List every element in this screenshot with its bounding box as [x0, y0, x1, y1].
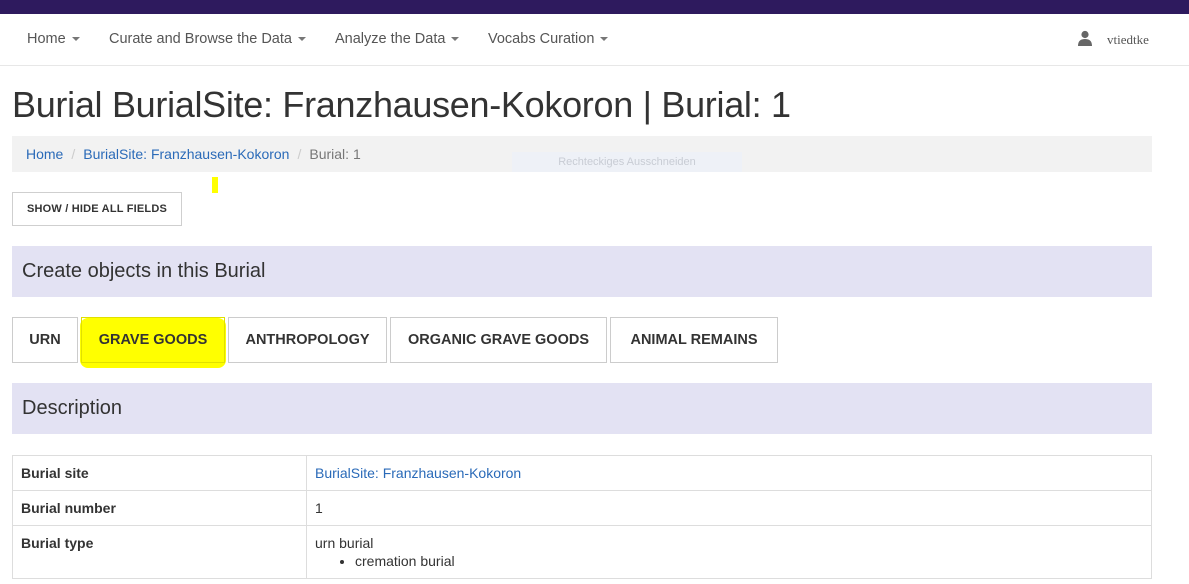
- nav-vocabs-curation[interactable]: Vocabs Curation: [488, 14, 609, 65]
- breadcrumb-burialsite[interactable]: BurialSite: Franzhausen-Kokoron: [83, 146, 289, 162]
- anthropology-button[interactable]: ANTHROPOLOGY: [228, 317, 387, 363]
- show-hide-all-fields-button[interactable]: SHOW / HIDE ALL FIELDS: [12, 192, 182, 226]
- nav-analyze-label: Analyze the Data: [335, 31, 446, 47]
- create-objects-heading: Create objects in this Burial: [12, 246, 1152, 297]
- field-value-burial-site: BurialSite: Franzhausen-Kokoron: [306, 455, 1152, 491]
- burial-site-link[interactable]: BurialSite: Franzhausen-Kokoron: [315, 465, 521, 481]
- organic-grave-goods-button[interactable]: ORGANIC GRAVE GOODS: [390, 317, 607, 363]
- field-value-burial-type: urn burial cremation burial: [306, 525, 1152, 579]
- burial-type-list: cremation burial: [315, 553, 1143, 569]
- burial-type-value: urn burial: [315, 535, 374, 551]
- list-item: cremation burial: [355, 553, 1143, 569]
- description-table: Burial site BurialSite: Franzhausen-Koko…: [12, 455, 1152, 579]
- user-menu[interactable]: vtiedtke: [1077, 14, 1149, 65]
- field-label-burial-type: Burial type: [12, 525, 307, 579]
- user-icon: [1078, 30, 1092, 46]
- table-row: Burial type urn burial cremation burial: [12, 525, 1152, 579]
- caret-down-icon: [600, 37, 609, 42]
- field-value-burial-number: 1: [306, 490, 1152, 526]
- nav-home-label: Home: [27, 31, 66, 47]
- caret-down-icon: [297, 37, 306, 42]
- breadcrumb-separator: /: [297, 146, 302, 162]
- caret-down-icon: [451, 37, 460, 42]
- animal-remains-button[interactable]: ANIMAL REMAINS: [610, 317, 778, 363]
- breadcrumb-home[interactable]: Home: [26, 146, 63, 162]
- caret-down-icon: [71, 37, 80, 42]
- ghost-tooltip: Rechteckiges Ausschneiden: [512, 152, 742, 172]
- field-label-burial-site: Burial site: [12, 455, 307, 491]
- grave-goods-button[interactable]: GRAVE GOODS: [81, 317, 225, 363]
- table-row: Burial site BurialSite: Franzhausen-Koko…: [12, 455, 1152, 491]
- breadcrumb-separator: /: [71, 146, 76, 162]
- nav-home[interactable]: Home: [27, 14, 80, 65]
- nav-curate-browse-label: Curate and Browse the Data: [109, 31, 292, 47]
- nav-analyze[interactable]: Analyze the Data: [335, 14, 460, 65]
- top-bar: [0, 0, 1189, 14]
- urn-button[interactable]: URN: [12, 317, 78, 363]
- user-name: vtiedtke: [1107, 32, 1149, 47]
- navbar: Home Curate and Browse the Data Analyze …: [0, 14, 1189, 66]
- highlight-mark: [212, 177, 218, 193]
- nav-vocabs-curation-label: Vocabs Curation: [488, 31, 595, 47]
- field-label-burial-number: Burial number: [12, 490, 307, 526]
- description-heading: Description: [12, 383, 1152, 434]
- nav-curate-browse[interactable]: Curate and Browse the Data: [109, 14, 306, 65]
- page-title: Burial BurialSite: Franzhausen-Kokoron |…: [12, 84, 791, 125]
- table-row: Burial number 1: [12, 490, 1152, 526]
- breadcrumb-current: Burial: 1: [309, 146, 361, 162]
